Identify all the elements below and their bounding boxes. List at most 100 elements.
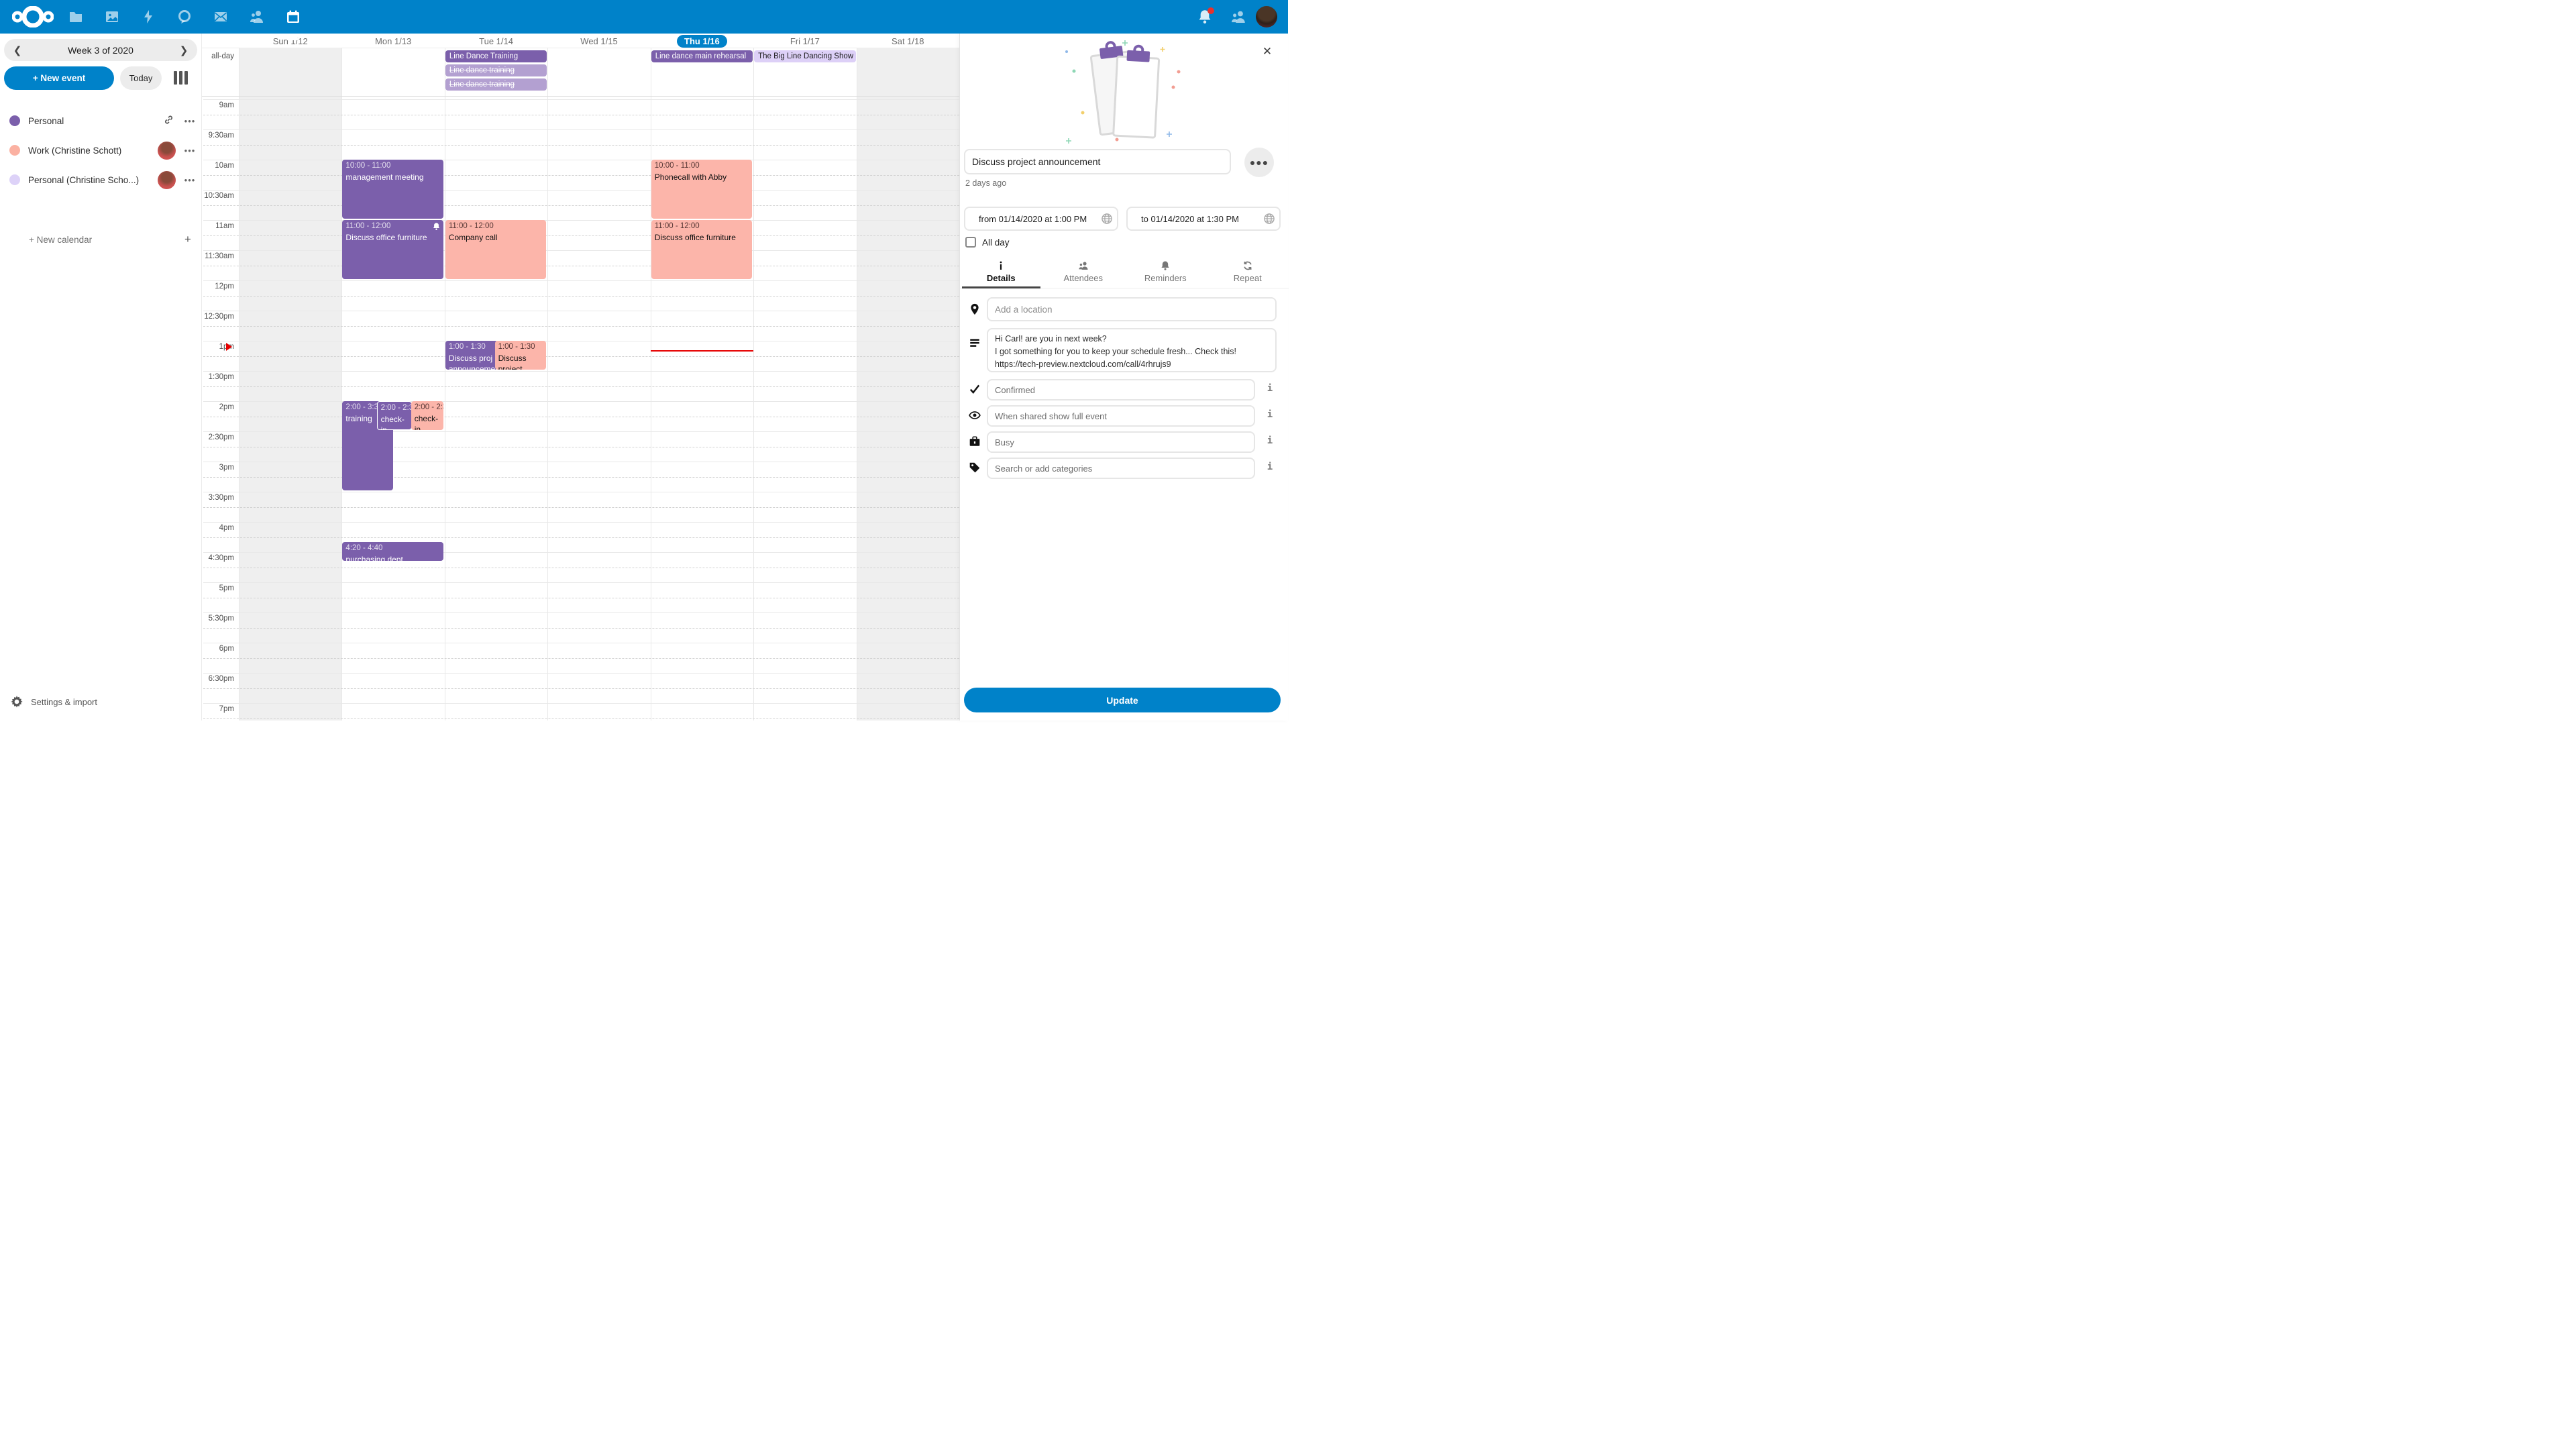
contacts-menu-icon[interactable] (1230, 9, 1246, 25)
calendar-event[interactable]: 2:00 - 2:30check-in (377, 401, 413, 430)
all-day-checkbox[interactable] (965, 237, 976, 248)
clipboard-illustration (1061, 39, 1188, 146)
nextcloud-logo[interactable] (12, 6, 54, 28)
location-pin-icon (969, 303, 981, 315)
field-eye-select[interactable]: When shared show full event (987, 405, 1255, 427)
calendar-event[interactable]: 1:00 - 1:30Discuss proj announcement (445, 341, 498, 370)
tab-reminders[interactable]: Reminders (1124, 255, 1207, 288)
calendar-event[interactable]: 11:00 - 12:00Discuss office furniture (342, 220, 443, 279)
calendar-event[interactable]: 4:20 - 4:40purchasing dept (342, 542, 443, 561)
day-header-fri[interactable]: Fri 1/17 (753, 34, 856, 48)
time-label: 6:30pm (202, 675, 234, 683)
info-icon (996, 260, 1006, 271)
time-label: 5pm (202, 584, 234, 592)
slot-line (203, 356, 959, 357)
slot-line (203, 99, 959, 100)
calendar-name-label: Work (Christine Schott) (28, 146, 158, 156)
calendar-event[interactable]: 2:00 - 2:30check-in (411, 401, 443, 430)
description-textarea[interactable]: Hi Carl! are you in next week? I got som… (987, 328, 1277, 372)
event-time-label: 11:00 - 12:00 (345, 221, 439, 232)
slot-line (203, 552, 959, 553)
event-time-label: 2:00 - 2:30 (381, 403, 409, 414)
calendar-item-1[interactable]: Personal••• (0, 106, 201, 136)
slot-line (203, 658, 959, 659)
calendar-event[interactable]: 10:00 - 11:00Phonecall with Abby (651, 160, 752, 219)
calendar-event[interactable]: 11:00 - 12:00Company call (445, 220, 546, 279)
new-event-button[interactable]: + New event (4, 66, 114, 90)
column-border (547, 48, 548, 720)
event-start-value: from 01/14/2020 at 1:00 PM (972, 214, 1101, 224)
all-day-toggle[interactable]: All day (965, 237, 1010, 248)
slot-line (203, 582, 959, 583)
event-actions-menu-button[interactable]: ●●● (1244, 148, 1274, 177)
calendar-event[interactable]: 10:00 - 11:00management meeting (342, 160, 443, 219)
field-briefcase-select[interactable]: Busy (987, 431, 1255, 453)
tab-attendees[interactable]: Attendees (1042, 255, 1125, 288)
new-calendar-button[interactable]: + New calendar + (0, 226, 201, 253)
calendar-event[interactable]: 11:00 - 12:00Discuss office furniture (651, 220, 752, 279)
day-header-mon[interactable]: Mon 1/13 (341, 34, 444, 48)
previous-week-button[interactable]: ❮ (4, 44, 31, 56)
event-time-label: 1:00 - 1:30 (449, 342, 494, 353)
tab-label: Reminders (1144, 273, 1187, 283)
app-calendar-icon[interactable] (285, 9, 301, 25)
day-header-wed[interactable]: Wed 1/15 (547, 34, 650, 48)
close-icon[interactable]: ✕ (1257, 42, 1277, 62)
calendar-item-2[interactable]: Work (Christine Schott) ••• (0, 136, 201, 165)
slot-line (203, 673, 959, 674)
calendar-event[interactable]: 1:00 - 1:30Discuss project (495, 341, 547, 370)
tag-icon (969, 462, 981, 474)
calendar-item-3[interactable]: Personal (Christine Scho...) ••• (0, 165, 201, 195)
update-button[interactable]: Update (964, 688, 1281, 712)
slot-line (203, 205, 959, 206)
app-files-icon[interactable] (68, 9, 84, 25)
field-info-icon[interactable]: i (1263, 409, 1277, 423)
timezone-globe-icon[interactable] (1263, 213, 1275, 225)
user-avatar[interactable] (1256, 6, 1277, 28)
notifications-bell-icon[interactable] (1197, 9, 1213, 25)
allday-event[interactable]: Line Dance Training (445, 50, 547, 62)
event-start-input[interactable]: from 01/14/2020 at 1:00 PM (964, 207, 1118, 231)
next-week-button[interactable]: ❯ (170, 44, 197, 56)
time-label: 12:30pm (202, 313, 234, 321)
event-time-label: 1:00 - 1:30 (498, 342, 543, 353)
field-info-icon[interactable]: i (1263, 462, 1277, 475)
day-header-tue[interactable]: Tue 1/14 (445, 34, 547, 48)
time-label: 9am (202, 101, 234, 109)
plus-icon: + (174, 233, 201, 246)
day-header-sat[interactable]: Sat 1/18 (857, 34, 959, 48)
allday-event[interactable]: Line dance training (445, 64, 547, 76)
slot-line (203, 145, 959, 146)
day-header-thu[interactable]: Thu 1/16 (651, 34, 753, 48)
app-photos-icon[interactable] (104, 9, 120, 25)
settings-import-button[interactable]: Settings & import (0, 690, 201, 714)
view-mode-toggle[interactable] (174, 71, 189, 85)
field-info-icon[interactable]: i (1263, 383, 1277, 396)
share-link-icon[interactable] (158, 115, 178, 127)
field-tag-select[interactable]: Search or add categories (987, 458, 1255, 479)
tab-repeat[interactable]: Repeat (1207, 255, 1289, 288)
today-pill: Thu 1/16 (677, 35, 727, 48)
app-talk-icon[interactable] (176, 9, 193, 25)
calendar-actions-icon[interactable]: ••• (178, 146, 201, 156)
allday-event[interactable]: Line dance main rehearsal (651, 50, 753, 62)
today-button[interactable]: Today (120, 66, 162, 90)
calendar-actions-icon[interactable]: ••• (178, 116, 201, 126)
calendar-name-label: Personal (Christine Scho...) (28, 175, 158, 185)
field-check-select[interactable]: Confirmed (987, 379, 1255, 401)
active-app-indicator (286, 27, 300, 40)
event-title-input[interactable] (964, 149, 1231, 174)
app-contacts-icon[interactable] (249, 9, 265, 25)
field-info-icon[interactable]: i (1263, 435, 1277, 449)
allday-event[interactable]: The Big Line Dancing Show (754, 50, 855, 62)
timezone-globe-icon[interactable] (1101, 213, 1113, 225)
app-activity-icon[interactable] (140, 9, 156, 25)
slot-line (203, 175, 959, 176)
app-mail-icon[interactable] (213, 9, 229, 25)
tab-details[interactable]: Details (960, 255, 1042, 288)
all-day-label: All day (982, 237, 1010, 248)
calendar-actions-icon[interactable]: ••• (178, 175, 201, 185)
location-input[interactable] (987, 297, 1277, 321)
allday-event[interactable]: Line dance training (445, 78, 547, 91)
event-end-input[interactable]: to 01/14/2020 at 1:30 PM (1126, 207, 1281, 231)
